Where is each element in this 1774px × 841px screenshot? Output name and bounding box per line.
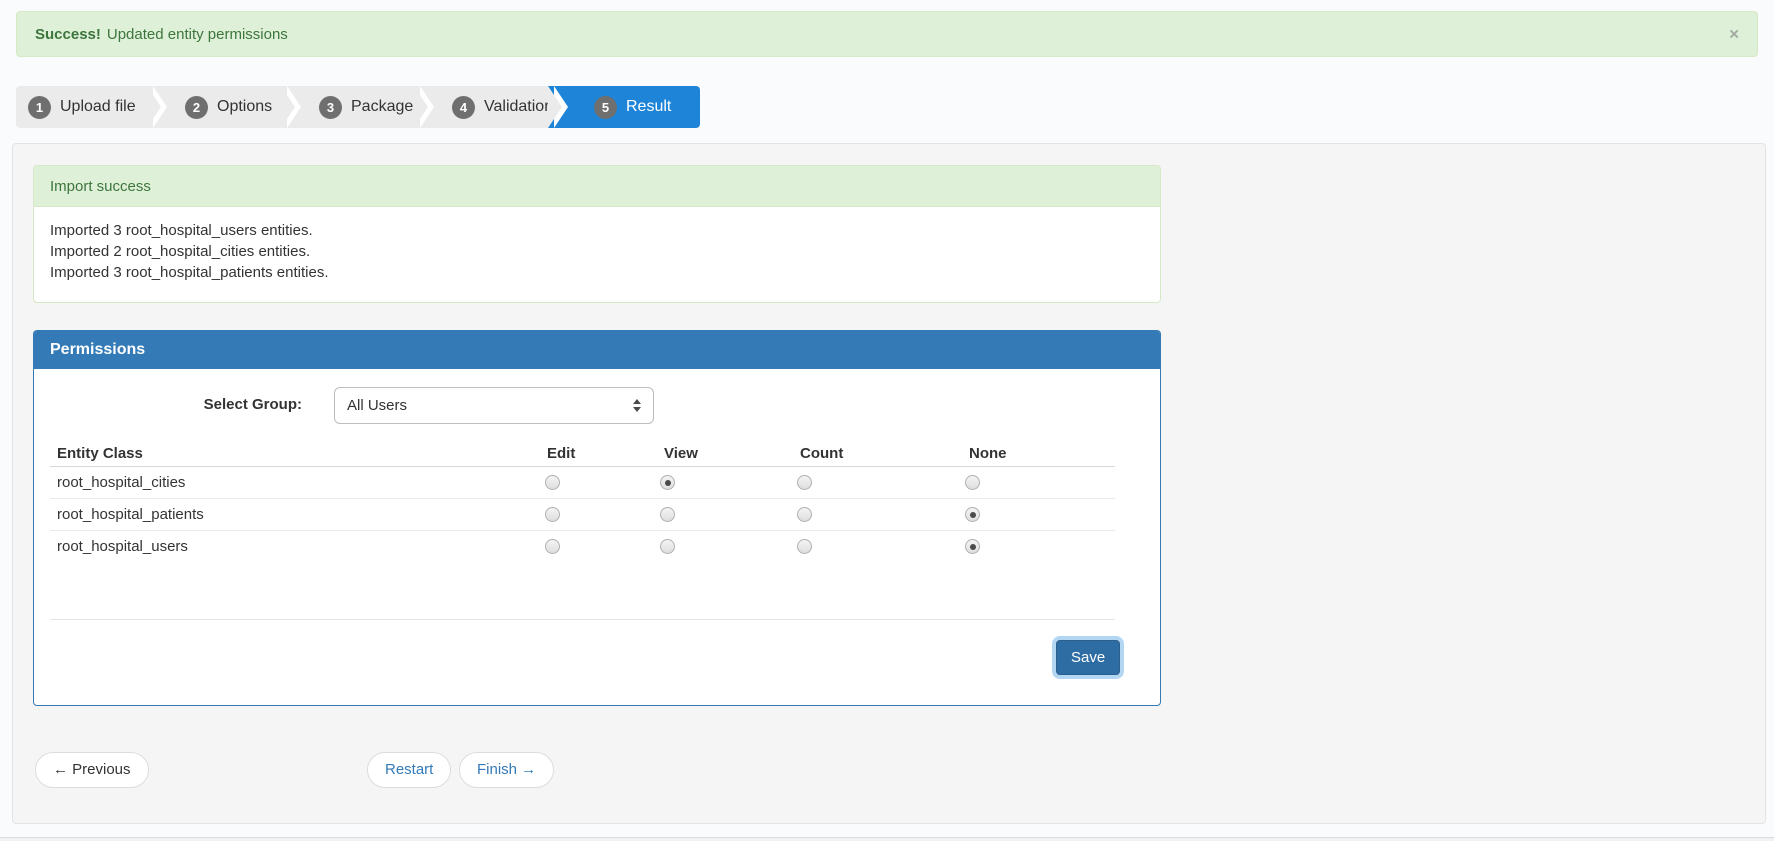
step-number-badge: 2	[185, 96, 208, 119]
alert-title: Success!	[35, 26, 101, 43]
radio-none[interactable]	[965, 507, 980, 522]
column-header-count: Count	[800, 445, 843, 462]
step-number-badge: 3	[319, 96, 342, 119]
import-wizard-page: Success! Updated entity permissions × 1 …	[0, 0, 1774, 841]
entity-class-label: root_hospital_users	[57, 531, 188, 563]
import-panel-body: Imported 3 root_hospital_users entities.…	[34, 207, 1160, 296]
permissions-table-header: Entity Class Edit View Count None	[50, 445, 1115, 467]
permissions-table: Entity Class Edit View Count None root_h…	[50, 445, 1115, 563]
table-row: root_hospital_users	[50, 531, 1115, 563]
step-label: Upload file	[60, 98, 136, 116]
group-select-value: All Users	[347, 397, 407, 414]
entity-class-label: root_hospital_patients	[57, 499, 204, 531]
step-label: Packages	[351, 98, 421, 116]
radio-view[interactable]	[660, 539, 675, 554]
import-panel-title: Import success	[34, 166, 1160, 207]
success-alert: Success! Updated entity permissions ×	[16, 11, 1758, 57]
footer-divider	[0, 837, 1774, 841]
radio-count[interactable]	[797, 539, 812, 554]
radio-count[interactable]	[797, 507, 812, 522]
radio-view[interactable]	[660, 475, 675, 490]
group-select[interactable]: All Users	[334, 387, 654, 424]
step-label: Validation	[484, 98, 553, 116]
wizard-step-result[interactable]: 5 Result	[548, 86, 700, 128]
permissions-panel: Permissions Select Group: All Users Enti…	[33, 330, 1161, 706]
content-well: Import success Imported 3 root_hospital_…	[12, 143, 1766, 824]
import-result-panel: Import success Imported 3 root_hospital_…	[33, 165, 1161, 303]
import-line: Imported 2 root_hospital_cities entities…	[50, 241, 1144, 262]
radio-none[interactable]	[965, 539, 980, 554]
previous-button[interactable]: ← Previous	[35, 752, 149, 788]
radio-none[interactable]	[965, 475, 980, 490]
step-number-badge: 4	[452, 96, 475, 119]
column-header-view: View	[664, 445, 698, 462]
entity-class-label: root_hospital_cities	[57, 467, 185, 499]
table-row: root_hospital_patients	[50, 499, 1115, 531]
close-icon[interactable]: ×	[1729, 26, 1739, 43]
finish-button[interactable]: Finish →	[459, 752, 554, 788]
import-line: Imported 3 root_hospital_users entities.	[50, 220, 1144, 241]
select-updown-icon	[633, 399, 641, 412]
column-header-entity-class: Entity Class	[57, 445, 143, 462]
select-group-label: Select Group:	[34, 387, 302, 423]
table-row: root_hospital_cities	[50, 467, 1115, 499]
alert-message: Updated entity permissions	[107, 26, 288, 43]
wizard-step-upload-file[interactable]: 1 Upload file	[16, 86, 147, 128]
step-label: Result	[626, 98, 671, 116]
column-header-edit: Edit	[547, 445, 575, 462]
radio-edit[interactable]	[545, 475, 560, 490]
restart-button[interactable]: Restart	[367, 752, 451, 788]
permissions-panel-body: Select Group: All Users Entity Class Edi…	[34, 369, 1160, 705]
wizard-step-options[interactable]: 2 Options	[147, 86, 281, 128]
column-header-none: None	[969, 445, 1007, 462]
wizard-step-validation[interactable]: 4 Validation	[414, 86, 548, 128]
radio-edit[interactable]	[545, 507, 560, 522]
wizard-stepper: 1 Upload file 2 Options 3 Packages 4 Val…	[16, 86, 700, 128]
permissions-panel-title: Permissions	[34, 331, 1160, 369]
radio-count[interactable]	[797, 475, 812, 490]
form-divider	[50, 619, 1115, 620]
step-number-badge: 5	[594, 96, 617, 119]
step-number-badge: 1	[28, 96, 51, 119]
radio-edit[interactable]	[545, 539, 560, 554]
save-button[interactable]: Save	[1056, 640, 1120, 675]
step-label: Options	[217, 98, 272, 116]
import-line: Imported 3 root_hospital_patients entiti…	[50, 262, 1144, 283]
radio-view[interactable]	[660, 507, 675, 522]
